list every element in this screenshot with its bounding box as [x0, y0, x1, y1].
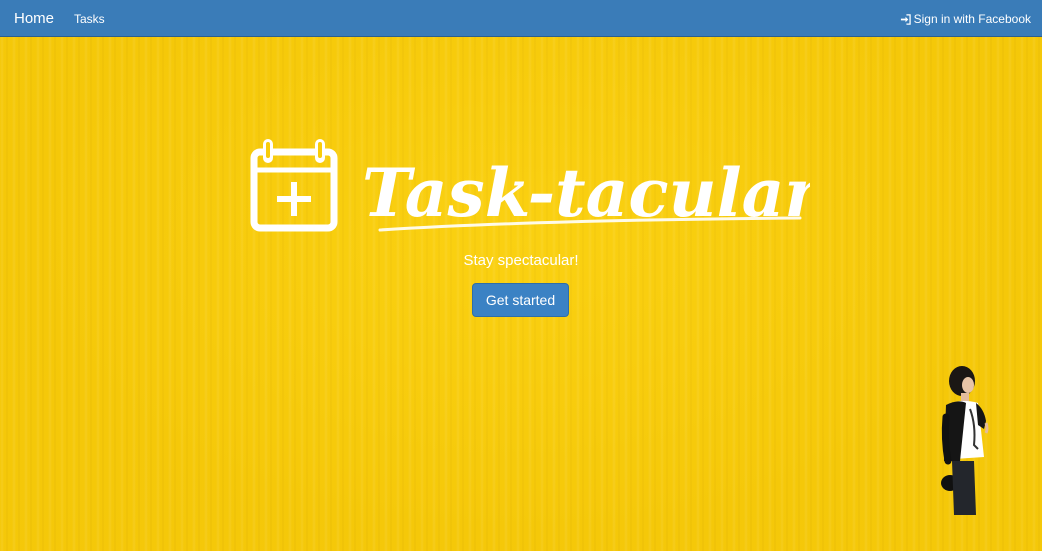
nav-home-link[interactable]: Home: [14, 10, 54, 27]
top-navbar: Home Tasks Sign in with Facebook: [0, 0, 1042, 37]
calendar-plus-icon: [250, 139, 338, 232]
hero-tagline: Stay spectacular!: [463, 252, 579, 269]
signin-label: Sign in with Facebook: [913, 12, 1031, 26]
nav-tasks-link[interactable]: Tasks: [74, 12, 105, 26]
page: Home Tasks Sign in with Facebook Task-ta…: [0, 0, 1042, 551]
signin-facebook-link[interactable]: Sign in with Facebook: [900, 12, 1031, 26]
sign-in-icon: [900, 13, 911, 25]
app-wordmark: Task-tacular: [362, 154, 810, 232]
get-started-button[interactable]: Get started: [472, 283, 569, 317]
woman-walking-photo: [941, 366, 989, 515]
